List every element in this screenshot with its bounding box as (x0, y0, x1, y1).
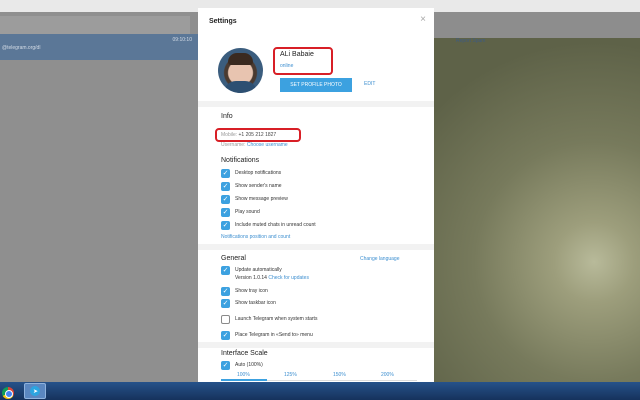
checkbox-label: Auto (100%) (235, 362, 263, 368)
info-heading: Info (221, 113, 233, 120)
mobile-number: Mobile: +1 205 212 1827 (221, 132, 276, 138)
section-divider (198, 101, 434, 107)
taskbar: ➤ (0, 382, 640, 400)
checkbox-checked-icon[interactable]: ✓ (221, 265, 230, 275)
section-divider (198, 342, 434, 348)
checkbox-checked-icon[interactable]: ✓ (221, 330, 230, 340)
chat-area: Report Spam (434, 12, 640, 382)
checkbox-label: Place Telegram in «Send to» menu (235, 332, 313, 338)
include-muted-chats-checkbox[interactable]: ✓ Include muted chats in unread count (221, 220, 316, 230)
chat-list-item-time: 09:10:10 (172, 37, 192, 43)
telegram-icon[interactable]: ➤ (24, 383, 46, 399)
version-row: Version 1.0.14 Check for updates (235, 275, 309, 281)
scale-selector: 100% 125% 150% 200% (221, 371, 417, 382)
checkbox-label: Include muted chats in unread count (235, 222, 316, 228)
version-text: Version 1.0.14 (235, 275, 267, 281)
avatar-shirt (224, 81, 257, 93)
set-profile-photo-button[interactable]: SET PROFILE PHOTO (280, 78, 352, 92)
checkbox-label: Show taskbar icon (235, 300, 276, 306)
chat-header (434, 12, 640, 38)
checkbox-checked-icon[interactable]: ✓ (221, 220, 230, 230)
mobile-value: +1 205 212 1827 (238, 132, 277, 138)
username-row: Username: Choose username (221, 142, 288, 148)
checkbox-label: Show tray icon (235, 288, 268, 294)
dialog-title: Settings (209, 18, 237, 25)
notifications-heading: Notifications (221, 157, 260, 164)
checkbox-checked-icon[interactable]: ✓ (221, 286, 230, 296)
desktop-notifications-checkbox[interactable]: ✓ Desktop notifications (221, 168, 281, 178)
scale-option-150[interactable]: 150% (333, 372, 346, 378)
report-spam-link[interactable]: Report Spam (456, 38, 485, 44)
send-to-menu-checkbox[interactable]: ✓ Place Telegram in «Send to» menu (221, 330, 313, 340)
play-sound-checkbox[interactable]: ✓ Play sound (221, 207, 260, 217)
scale-option-200[interactable]: 200% (381, 372, 394, 378)
checkbox-label: Desktop notifications (235, 170, 282, 176)
interface-scale-heading: Interface Scale (221, 350, 268, 357)
checkbox-checked-icon[interactable]: ✓ (221, 207, 230, 217)
check-for-updates-link[interactable]: Check for updates (268, 275, 309, 281)
chat-list-item[interactable]: @telegram.org/dl 09:10:10 (0, 34, 198, 60)
checkbox-label: Play sound (235, 209, 260, 215)
profile-name: ALi Babaie (280, 51, 314, 58)
checkbox-unchecked-icon[interactable] (221, 314, 230, 324)
launch-on-startup-checkbox[interactable]: Launch Telegram when system starts (221, 314, 317, 324)
checkbox-checked-icon[interactable]: ✓ (221, 360, 230, 370)
checkbox-label: Show message preview (235, 196, 288, 202)
change-language-link[interactable]: Change language (360, 256, 399, 262)
section-divider (198, 244, 434, 250)
scale-active-indicator (221, 379, 267, 381)
checkbox-label: Show sender's name (235, 183, 282, 189)
chat-list-item-name: @telegram.org/dl (2, 45, 41, 51)
checkbox-label: Launch Telegram when system starts (235, 316, 318, 322)
notifications-position-link[interactable]: Notifications position and count (221, 234, 290, 240)
username-label: Username: (221, 142, 246, 148)
checkbox-checked-icon[interactable]: ✓ (221, 168, 230, 178)
profile-status: online (280, 63, 294, 69)
chrome-icon (2, 387, 14, 399)
avatar[interactable] (218, 48, 263, 93)
checkbox-checked-icon[interactable]: ✓ (221, 298, 230, 308)
auto-scale-checkbox[interactable]: ✓ Auto (100%) (221, 360, 263, 370)
checkbox-checked-icon[interactable]: ✓ (221, 194, 230, 204)
scale-option-125[interactable]: 125% (284, 372, 297, 378)
show-taskbar-icon-checkbox[interactable]: ✓ Show taskbar icon (221, 298, 276, 308)
update-automatically-checkbox[interactable]: ✓ Update automatically (221, 265, 282, 275)
avatar-hair (228, 53, 253, 65)
close-icon[interactable]: × (420, 15, 426, 25)
settings-dialog: Settings × ALi Babaie online SET PROFILE… (198, 8, 434, 382)
choose-username-link[interactable]: Choose username (247, 142, 288, 148)
show-message-preview-checkbox[interactable]: ✓ Show message preview (221, 194, 288, 204)
edit-profile-button[interactable]: EDIT (364, 81, 375, 87)
taskbar-chrome-button[interactable] (0, 384, 18, 400)
mobile-label: Mobile: (221, 132, 238, 138)
checkbox-label: Update automatically (235, 267, 282, 273)
show-sender-name-checkbox[interactable]: ✓ Show sender's name (221, 181, 282, 191)
show-tray-icon-checkbox[interactable]: ✓ Show tray icon (221, 286, 268, 296)
general-heading: General (221, 255, 246, 262)
chat-list-panel: @telegram.org/dl 09:10:10 (0, 12, 198, 382)
scale-option-100[interactable]: 100% (237, 372, 250, 378)
checkbox-checked-icon[interactable]: ✓ (221, 181, 230, 191)
